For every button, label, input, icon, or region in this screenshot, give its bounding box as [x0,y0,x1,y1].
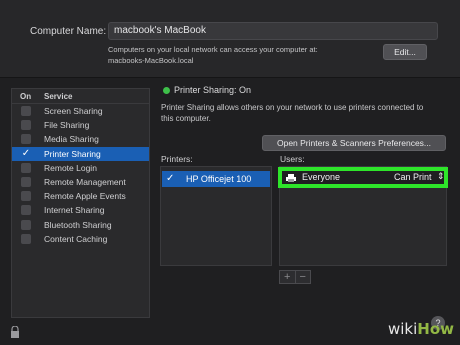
checkbox[interactable] [21,162,31,173]
service-item[interactable]: Media Sharing [12,132,149,146]
service-item[interactable]: File Sharing [12,118,149,132]
service-item[interactable]: Remote Login [12,161,149,175]
chevron-updown-icon[interactable]: ⇕ [437,171,445,182]
checkbox[interactable] [21,205,31,216]
service-label: Media Sharing [44,134,99,145]
computer-name-label: Computer Name: [30,26,107,37]
service-label: Remote Apple Events [44,191,126,202]
user-name: Everyone [302,172,341,182]
service-item[interactable]: Content Caching [12,232,149,246]
checkbox[interactable] [21,134,31,145]
checkbox[interactable] [21,191,31,202]
service-list-header: On Service [12,89,149,104]
open-printers-preferences-button[interactable]: Open Printers & Scanners Preferences... [262,135,446,151]
checkbox-checked-icon[interactable]: ✓ [21,148,31,159]
status-indicator-icon [163,87,170,94]
permission-select[interactable]: Can Print [394,172,432,182]
printer-item[interactable]: ✓ HP Officejet 100 [162,171,270,187]
add-user-button[interactable]: + [280,271,295,283]
printer-icon [286,174,296,182]
checkbox[interactable] [21,106,31,116]
description-line: this computer. [161,114,211,123]
service-label: Screen Sharing [44,106,103,116]
printer-name: HP Officejet 100 [186,174,252,184]
local-hostname: macbooks-MacBook.local [108,56,194,65]
lock-icon[interactable] [10,326,20,338]
wikihow-watermark: wikiHow [388,320,454,340]
service-label: Remote Management [44,176,126,187]
service-item[interactable]: Screen Sharing [12,104,149,118]
service-item[interactable]: Bluetooth Sharing [12,218,149,232]
user-item[interactable]: Everyone Can Print ⇕ [278,167,448,188]
checkbox[interactable] [21,120,31,131]
add-remove-control: + − [279,270,311,284]
printer-sharing-description: Printer Sharing allows others on your ne… [161,102,451,124]
watermark-how: How [417,320,455,338]
header-on: On [20,92,32,101]
printers-list: ✓ HP Officejet 100 [160,166,272,266]
service-label: Remote Login [44,162,97,173]
remove-user-button[interactable]: − [294,271,311,283]
watermark-wiki: wiki [388,320,418,338]
checkmark-icon[interactable]: ✓ [166,173,174,184]
checkbox[interactable] [21,233,31,244]
service-label: Internet Sharing [44,205,105,216]
service-item[interactable]: Internet Sharing [12,203,149,217]
description-line: Printer Sharing allows others on your ne… [161,103,424,112]
sharing-status: Printer Sharing: On [174,85,252,95]
service-list: On Service Screen Sharing File Sharing Med… [11,88,150,318]
service-item[interactable]: Remote Apple Events [12,189,149,203]
service-label: Content Caching [44,233,108,244]
header-service: Service [44,92,73,101]
service-label: Bluetooth Sharing [44,219,112,230]
computer-name-description: Computers on your local network can acce… [108,44,388,66]
computer-name-field[interactable]: macbook's MacBook [108,22,438,40]
users-label: Users: [280,154,305,164]
service-label: File Sharing [44,120,90,131]
printers-label: Printers: [161,154,193,164]
service-item[interactable]: Remote Management [12,175,149,189]
service-label: Printer Sharing [44,148,101,159]
edit-button[interactable]: Edit... [383,44,427,60]
checkbox[interactable] [21,219,31,230]
service-item[interactable]: ✓ Printer Sharing [12,146,149,161]
checkbox[interactable] [21,176,31,187]
computer-name-description-line: Computers on your local network can acce… [108,45,318,54]
